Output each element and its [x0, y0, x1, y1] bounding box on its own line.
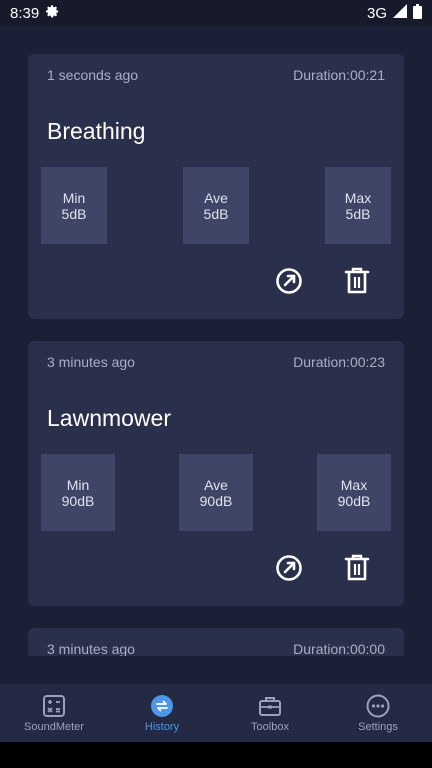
stat-max-value: 5dB [345, 205, 371, 222]
stat-min: Min 5dB [41, 167, 107, 244]
gear-icon [45, 4, 60, 23]
stat-max-value: 90dB [337, 492, 371, 509]
toolbox-icon [258, 694, 282, 718]
history-card[interactable]: 1 seconds ago Duration:00:21 Breathing M… [28, 54, 404, 319]
stat-ave-value: 90dB [199, 492, 233, 509]
stat-min-label: Min [62, 189, 86, 206]
network-label: 3G [366, 4, 387, 22]
recording-title: Breathing [47, 118, 146, 144]
nav-label: History [144, 720, 180, 733]
history-card[interactable]: 3 minutes ago Duration:00:00 [28, 628, 404, 656]
stat-ave: Ave 90dB [179, 454, 253, 531]
system-nav-bar [0, 742, 432, 768]
status-bar: 8:39 3G [0, 0, 432, 26]
recording-title: Lawnmower [47, 405, 171, 431]
time-ago: 3 minutes ago [47, 641, 135, 656]
nav-label: Settings [358, 720, 398, 733]
stat-ave-value: 5dB [203, 205, 229, 222]
stat-max-label: Max [344, 189, 372, 206]
duration: Duration:00:21 [293, 67, 385, 83]
signal-icon [393, 4, 407, 22]
bottom-nav: SoundMeter History Toolbox Settings [0, 684, 432, 742]
nav-label: Toolbox [251, 720, 289, 733]
stat-min-value: 5dB [61, 205, 87, 222]
stat-max: Max 90dB [317, 454, 391, 531]
stat-max: Max 5dB [325, 167, 391, 244]
nav-soundmeter[interactable]: SoundMeter [0, 684, 108, 742]
stats-row: Min 5dB Ave 5dB Max 5dB [41, 167, 391, 244]
stats-row: Min 90dB Ave 90dB Max 90dB [41, 454, 391, 531]
history-card[interactable]: 3 minutes ago Duration:00:23 Lawnmower M… [28, 341, 404, 606]
open-button[interactable] [274, 266, 304, 296]
stat-ave: Ave 5dB [183, 167, 249, 244]
battery-icon [413, 3, 422, 23]
nav-settings[interactable]: Settings [324, 684, 432, 742]
stat-ave-label: Ave [204, 476, 228, 493]
stat-min-label: Min [66, 476, 90, 493]
swap-icon [150, 694, 174, 718]
trash-icon [344, 267, 370, 294]
duration: Duration:00:23 [293, 354, 385, 370]
calculator-icon [42, 694, 66, 718]
stat-min: Min 90dB [41, 454, 115, 531]
stat-min-value: 90dB [61, 492, 95, 509]
nav-label: SoundMeter [24, 720, 84, 733]
trash-icon [344, 554, 370, 581]
history-list[interactable]: 1 seconds ago Duration:00:21 Breathing M… [0, 26, 432, 656]
duration: Duration:00:00 [293, 641, 385, 656]
open-external-icon [276, 555, 302, 581]
delete-button[interactable] [342, 553, 372, 583]
open-button[interactable] [274, 553, 304, 583]
status-time: 8:39 [10, 4, 40, 22]
open-external-icon [276, 268, 302, 294]
time-ago: 1 seconds ago [47, 67, 139, 83]
nav-history[interactable]: History [108, 684, 216, 742]
more-icon [366, 694, 390, 718]
delete-button[interactable] [342, 266, 372, 296]
nav-toolbox[interactable]: Toolbox [216, 684, 324, 742]
time-ago: 3 minutes ago [47, 354, 135, 370]
stat-ave-label: Ave [204, 189, 228, 206]
stat-max-label: Max [340, 476, 368, 493]
